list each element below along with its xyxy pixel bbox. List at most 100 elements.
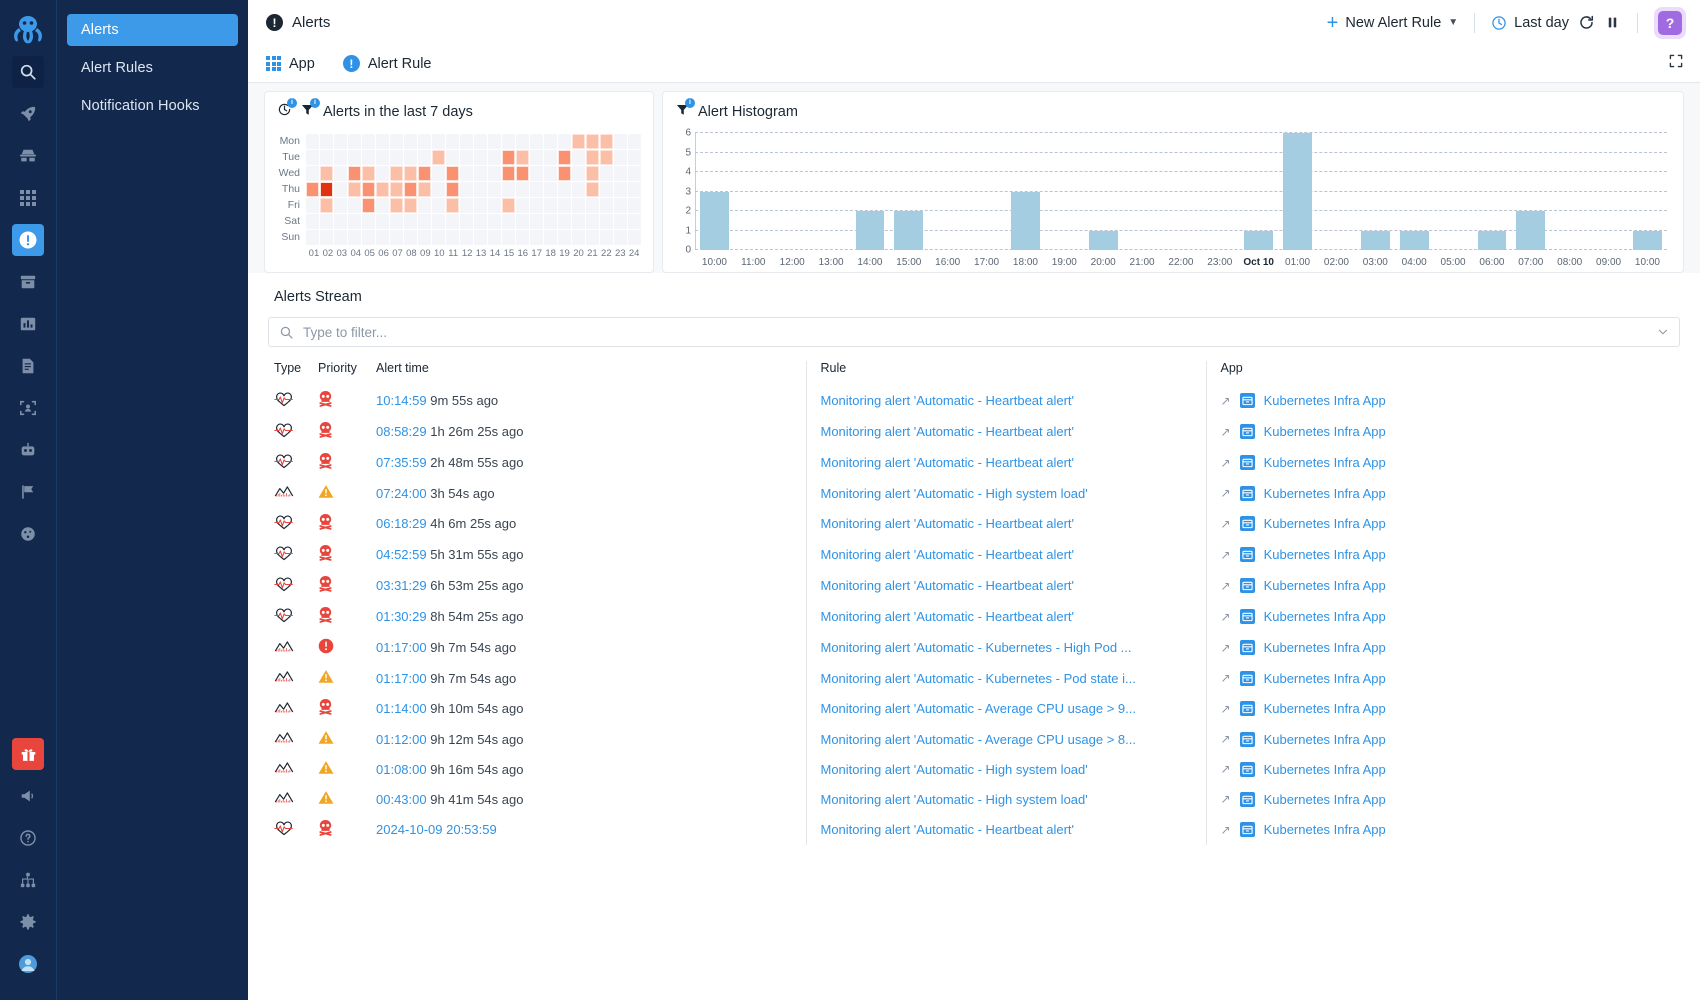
heatmap-cell[interactable] [390,133,403,149]
archive-icon[interactable] [12,266,44,298]
tab-alert-rule[interactable]: ! Alert Rule [342,55,431,72]
heatmap-cell[interactable] [628,197,641,213]
heatmap-cell[interactable] [516,133,529,149]
heatmap-cell[interactable] [306,149,319,165]
app-link[interactable]: Kubernetes Infra App [1264,640,1386,655]
heatmap-cell[interactable] [600,229,613,245]
bar-slot[interactable] [1356,133,1395,250]
heatmap-cell[interactable] [614,197,627,213]
heatmap-cell[interactable] [516,165,529,181]
rule-link[interactable]: Monitoring alert 'Automatic - Heartbeat … [821,547,1206,562]
heatmap-cell[interactable] [558,229,571,245]
heatmap-cell[interactable] [460,149,473,165]
heatmap-cell[interactable] [334,181,347,197]
heatmap-cell[interactable] [586,133,599,149]
heatmap-cell[interactable] [334,149,347,165]
bar-slot[interactable] [1084,133,1123,250]
tab-app[interactable]: App [266,56,315,72]
external-link-icon[interactable]: ↗ [1221,486,1231,500]
app-link[interactable]: Kubernetes Infra App [1264,609,1386,624]
heatmap-cell[interactable] [418,197,431,213]
alert-time-link[interactable]: 07:24:00 [376,486,427,501]
heatmap-cell[interactable] [474,181,487,197]
alert-time-link[interactable]: 01:14:00 [376,701,427,716]
heatmap-cell[interactable] [488,149,501,165]
bar-slot[interactable] [1317,133,1356,250]
heatmap-cell[interactable] [530,197,543,213]
heatmap-cell[interactable] [586,229,599,245]
heatmap-cell[interactable] [460,133,473,149]
table-row[interactable]: 07:35:59 2h 48m 55s ago Monitoring alert … [264,447,1684,478]
heatmap-cell[interactable] [572,149,585,165]
bar-slot[interactable] [1239,133,1278,250]
rule-link[interactable]: Monitoring alert 'Automatic - Kubernetes… [821,671,1206,686]
app-link[interactable]: Kubernetes Infra App [1264,455,1386,470]
heatmap-cell[interactable] [376,197,389,213]
heatmap-cell[interactable] [474,149,487,165]
bar-slot[interactable] [1123,133,1162,250]
chevron-down-icon[interactable] [1657,326,1669,338]
heatmap-cell[interactable] [600,133,613,149]
avatar-icon[interactable] [12,948,44,980]
alert-time-link[interactable]: 2024-10-09 20:53:59 [376,822,497,837]
heatmap-cell[interactable] [320,149,333,165]
app-link[interactable]: Kubernetes Infra App [1264,792,1386,807]
heatmap-cell[interactable] [502,181,515,197]
heatmap-cell[interactable] [558,213,571,229]
help-circle-icon[interactable] [12,822,44,854]
heatmap-cell[interactable] [614,165,627,181]
heatmap-cell[interactable] [558,133,571,149]
heatmap-cell[interactable] [558,149,571,165]
external-link-icon[interactable]: ↗ [1221,641,1231,655]
external-link-icon[interactable]: ↗ [1221,579,1231,593]
table-row[interactable]: 01:17:00 9h 7m 54s ago Monitoring alert '… [264,632,1684,663]
bar-slot[interactable] [1395,133,1434,250]
histogram-bar[interactable] [1011,191,1040,250]
heatmap-cell[interactable] [502,149,515,165]
heatmap-cell[interactable] [600,213,613,229]
histogram-bar[interactable] [1516,211,1546,250]
heatmap-cell[interactable] [362,165,375,181]
sidebar-item-notification-hooks[interactable]: Notification Hooks [67,90,238,122]
refresh-icon[interactable] [1573,10,1599,36]
histogram-bar[interactable] [700,191,729,250]
heatmap-cell[interactable] [544,197,557,213]
heatmap-cell[interactable] [586,197,599,213]
heatmap-cell[interactable] [418,133,431,149]
app-link[interactable]: Kubernetes Infra App [1264,424,1386,439]
heatmap-cell[interactable] [348,149,361,165]
sidebar-item-alert-rules[interactable]: Alert Rules [67,52,238,84]
heatmap-cell[interactable] [460,197,473,213]
bar-slot[interactable] [773,133,812,250]
heatmap-cell[interactable] [474,213,487,229]
heatmap-cell[interactable] [572,165,585,181]
heatmap-cell[interactable] [628,133,641,149]
heatmap-cell[interactable] [404,197,417,213]
alert-time-link[interactable]: 01:17:00 [376,640,427,655]
alert-time-link[interactable]: 01:08:00 [376,762,427,777]
alert-time-link[interactable]: 08:58:29 [376,424,427,439]
app-link[interactable]: Kubernetes Infra App [1264,486,1386,501]
heatmap-cell[interactable] [516,213,529,229]
search-icon[interactable] [12,56,44,88]
heatmap-cell[interactable] [460,165,473,181]
heatmap-cell[interactable] [586,213,599,229]
histogram-bar[interactable] [1477,230,1507,250]
heatmap-cell[interactable] [446,133,459,149]
table-row[interactable]: 07:24:00 3h 54s ago Monitoring alert 'Aut… [264,478,1684,508]
bar-slot[interactable] [889,133,928,250]
heatmap-cell[interactable] [320,197,333,213]
heatmap-cell[interactable] [418,181,431,197]
heatmap-cell[interactable] [600,197,613,213]
heatmap-cell[interactable] [432,229,445,245]
bar-slot[interactable] [1278,133,1317,250]
external-link-icon[interactable]: ↗ [1221,548,1231,562]
heatmap-cell[interactable] [586,181,599,197]
histogram-bar[interactable] [1633,230,1662,250]
document-icon[interactable] [12,350,44,382]
bar-slot[interactable] [1550,133,1589,250]
heatmap-cell[interactable] [446,181,459,197]
table-row[interactable]: 08:58:29 1h 26m 25s ago Monitoring alert … [264,416,1684,447]
rule-link[interactable]: Monitoring alert 'Automatic - Kubernetes… [821,640,1206,655]
heatmap-cell[interactable] [530,181,543,197]
